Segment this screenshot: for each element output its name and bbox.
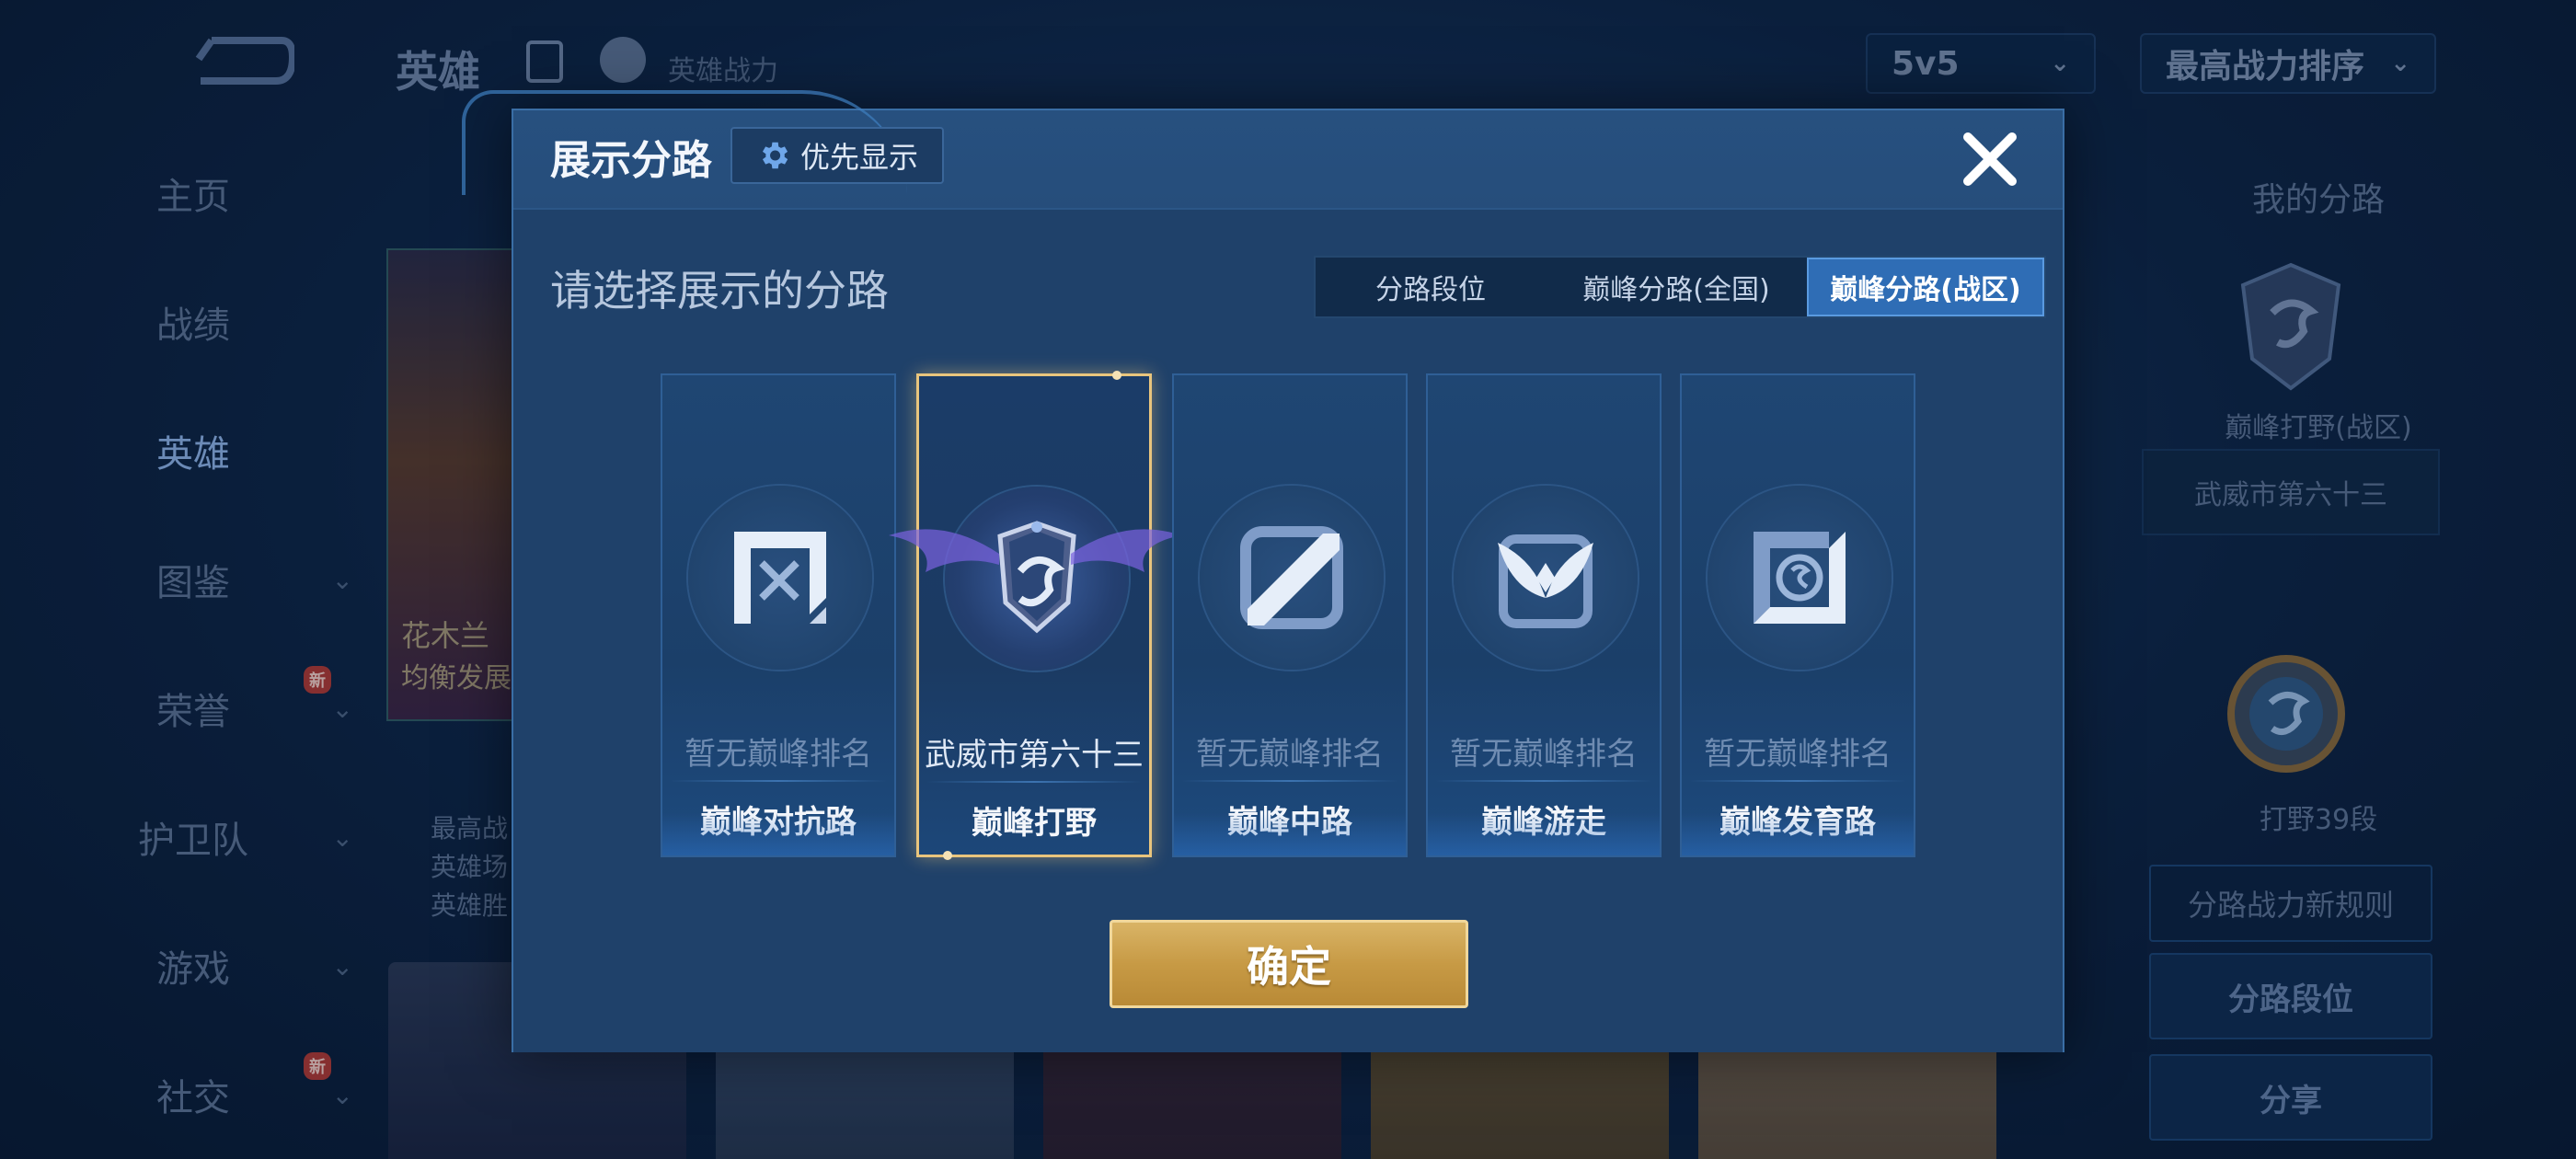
divider	[1181, 780, 1398, 782]
corner-sparkle	[1112, 371, 1121, 380]
card-rank-text: 武威市第六十三	[925, 737, 1144, 774]
card-glow	[1174, 813, 1406, 855]
corner-sparkle	[943, 851, 952, 860]
roam-icon	[1498, 534, 1593, 628]
card-rank-text: 暂无巅峰排名	[684, 736, 872, 773]
priority-display-button[interactable]: 优先显示	[730, 127, 944, 184]
lane-card-roam[interactable]: 暂无巅峰排名 巅峰游走	[1426, 373, 1662, 857]
lane-card-farm[interactable]: 暂无巅峰排名 巅峰发育路	[1680, 373, 1915, 857]
card-rank-text: 暂无巅峰排名	[1196, 736, 1384, 773]
tab-peak-region[interactable]: 巅峰分路(战区)	[1807, 258, 2044, 316]
priority-display-label: 优先显示	[799, 140, 918, 175]
dialog-prompt: 请选择展示的分路	[550, 266, 889, 316]
mid-lane-icon	[1240, 526, 1343, 629]
dialog-title: 展示分路	[550, 137, 712, 184]
lane-card-jungle[interactable]: 武威市第六十三 巅峰打野	[916, 371, 1152, 860]
card-glow	[1428, 813, 1660, 855]
divider	[1435, 780, 1652, 782]
wing-glow-right	[1071, 529, 1181, 572]
confirm-button[interactable]: 确定	[1110, 920, 1468, 1008]
tab-peak-national[interactable]: 巅峰分路(全国)	[1546, 258, 1807, 316]
card-glow	[1682, 813, 1914, 855]
lane-type-tabs: 分路段位 巅峰分路(全国) 巅峰分路(战区)	[1314, 256, 2046, 318]
card-rank-text: 暂无巅峰排名	[1704, 736, 1892, 773]
tab-lane-segment[interactable]: 分路段位	[1316, 258, 1546, 316]
divider	[926, 781, 1142, 783]
clash-lane-icon	[734, 532, 826, 624]
wing-glow-left	[889, 529, 999, 572]
divider	[1689, 780, 1906, 782]
card-lane-name: 巅峰打野	[972, 805, 1097, 842]
card-rank-text: 暂无巅峰排名	[1450, 736, 1638, 773]
close-button[interactable]	[1958, 127, 2022, 191]
divider	[670, 780, 887, 782]
farm-lane-icon	[1754, 532, 1846, 624]
lane-display-dialog: 展示分路 优先显示 请选择展示的分路 分路段位 巅峰分路(全国) 巅峰分路(战区…	[462, 90, 2064, 1052]
card-glow	[662, 813, 894, 855]
close-icon	[1963, 132, 2017, 186]
gear-icon	[762, 142, 788, 169]
lane-card-mid[interactable]: 暂无巅峰排名 巅峰中路	[1172, 373, 1408, 857]
lane-card-clash[interactable]: 暂无巅峰排名 巅峰对抗路	[661, 373, 896, 857]
